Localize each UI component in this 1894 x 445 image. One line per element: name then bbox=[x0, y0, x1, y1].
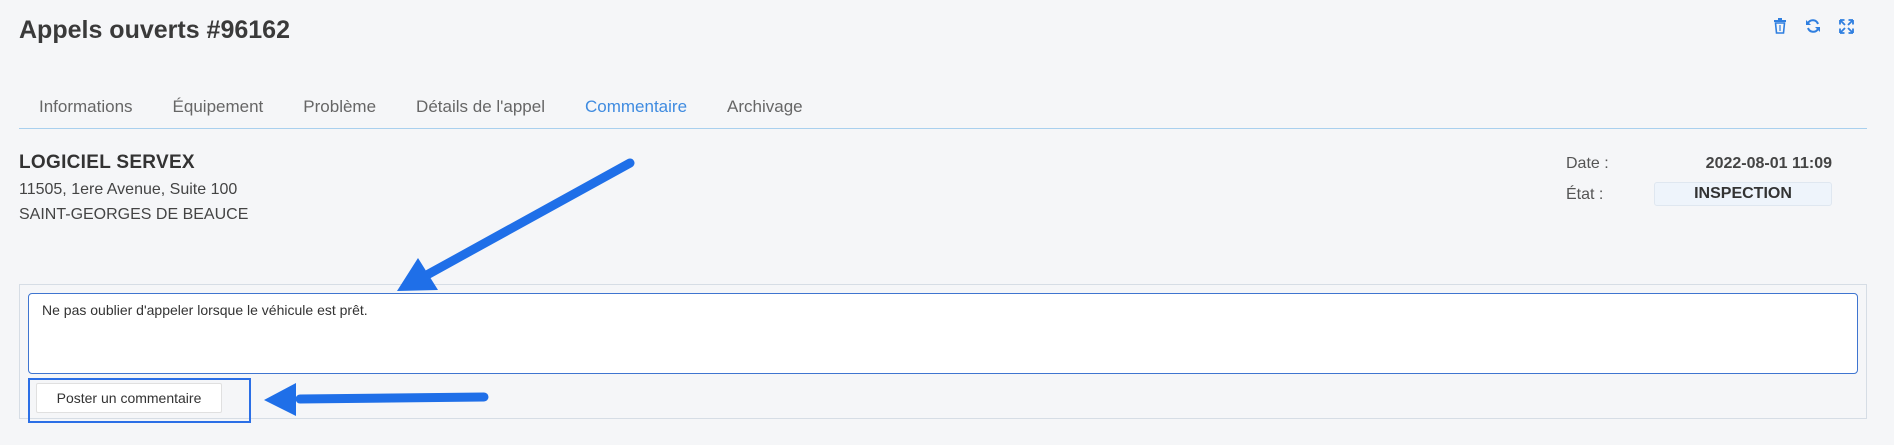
page-title: Appels ouverts #96162 bbox=[19, 16, 290, 44]
status-badge: INSPECTION bbox=[1654, 182, 1832, 206]
tab-archivage[interactable]: Archivage bbox=[707, 88, 823, 129]
header-toolbar bbox=[1770, 16, 1856, 36]
client-name: LOGICIEL SERVEX bbox=[19, 152, 195, 173]
comment-input[interactable] bbox=[28, 293, 1858, 374]
expand-icon bbox=[1838, 18, 1854, 34]
tab-informations[interactable]: Informations bbox=[19, 88, 153, 129]
tab-commentaire[interactable]: Commentaire bbox=[565, 88, 707, 129]
client-info: LOGICIEL SERVEX 11505, 1ere Avenue, Suit… bbox=[19, 152, 248, 224]
trash-icon bbox=[1774, 18, 1786, 34]
post-comment-button[interactable]: Poster un commentaire bbox=[36, 383, 222, 413]
refresh-button[interactable] bbox=[1803, 16, 1823, 36]
refresh-icon bbox=[1806, 19, 1820, 33]
date-label: Date : bbox=[1566, 155, 1609, 172]
client-city: SAINT-GEORGES DE BEAUCE bbox=[19, 206, 249, 223]
expand-button[interactable] bbox=[1836, 16, 1856, 36]
call-meta: Date : 2022-08-01 11:09 État : INSPECTIO… bbox=[1550, 154, 1840, 216]
state-label: État : bbox=[1566, 186, 1604, 203]
delete-button[interactable] bbox=[1770, 16, 1790, 36]
comment-panel: Poster un commentaire bbox=[19, 284, 1867, 423]
date-value: 2022-08-01 11:09 bbox=[1705, 155, 1832, 172]
tab-bar: Informations Équipement Problème Détails… bbox=[19, 88, 1867, 129]
tab-probleme[interactable]: Problème bbox=[283, 88, 396, 129]
arrow-to-comment-input bbox=[397, 158, 635, 291]
client-address: 11505, 1ere Avenue, Suite 100 bbox=[19, 181, 238, 198]
tab-details-appel[interactable]: Détails de l'appel bbox=[396, 88, 565, 129]
post-button-highlight: Poster un commentaire bbox=[28, 378, 251, 423]
tab-equipement[interactable]: Équipement bbox=[153, 88, 284, 129]
